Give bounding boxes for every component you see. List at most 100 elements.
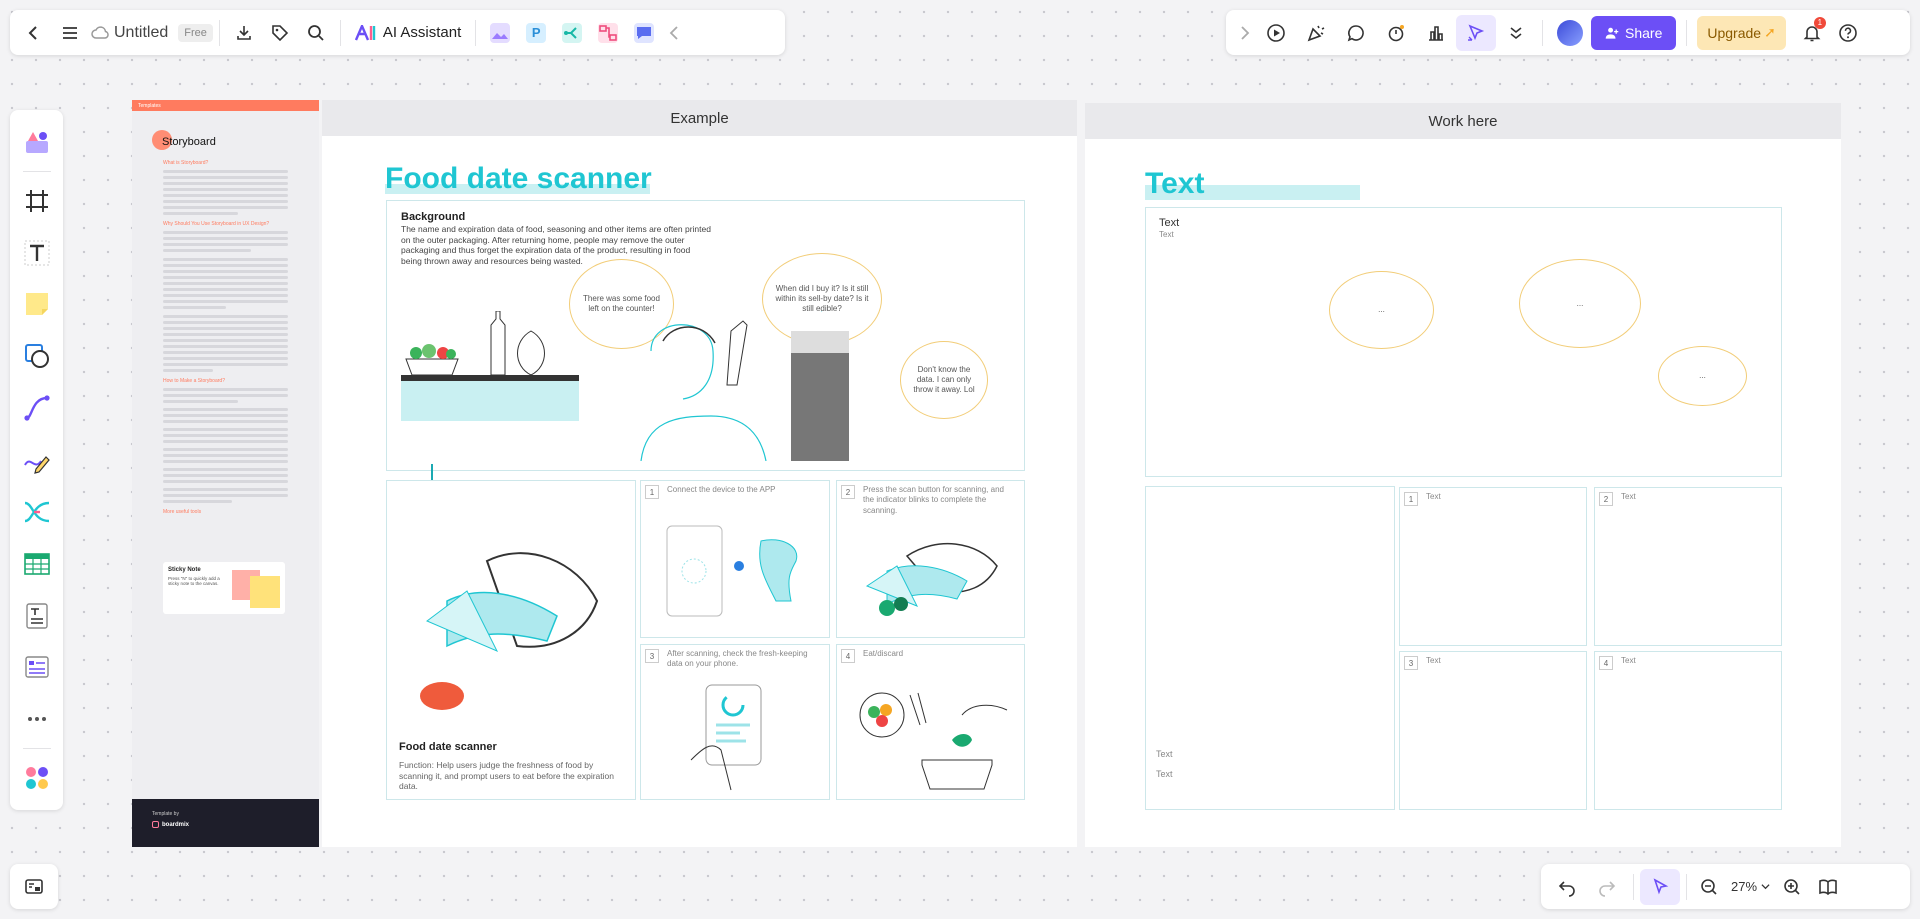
select-cursor-icon[interactable]: [1640, 868, 1680, 905]
step-text: Press the scan button for scanning, and …: [863, 485, 1004, 515]
more-tools-icon[interactable]: [15, 697, 59, 741]
speech-bubble[interactable]: ...: [1519, 259, 1641, 348]
work-left-text[interactable]: Text: [1156, 749, 1173, 759]
text-lines: [163, 170, 288, 215]
speech-bubble[interactable]: ...: [1658, 346, 1747, 406]
plan-badge[interactable]: Free: [178, 23, 213, 42]
kanban-tool-icon[interactable]: [15, 645, 59, 689]
follow-cursor-icon[interactable]: [1456, 14, 1496, 51]
zoom-out-icon[interactable]: [1693, 869, 1725, 905]
step-number: 2: [841, 485, 855, 499]
separator: [339, 19, 341, 46]
step-text[interactable]: Text: [1621, 492, 1773, 502]
left-tool-sidebar: [10, 110, 63, 810]
image-generator-icon[interactable]: [482, 15, 518, 51]
eat-discard-illustration: [859, 692, 1008, 790]
step-text[interactable]: Text: [1621, 656, 1773, 666]
product-box[interactable]: Food date scanner Function: Help users j…: [386, 480, 636, 800]
share-button[interactable]: Share: [1591, 15, 1677, 50]
work-step-panel[interactable]: 1 Text: [1399, 487, 1587, 646]
ai-assistant-button[interactable]: AI Assistant: [347, 15, 469, 51]
step-panel[interactable]: 3 After scanning, check the fresh-keepin…: [640, 644, 830, 800]
more-tools-chevron-icon[interactable]: [1496, 15, 1536, 51]
sticky-card-title: Sticky Note: [168, 567, 201, 573]
sticky-note-tool-icon[interactable]: [15, 283, 59, 327]
speech-bubble[interactable]: ...: [1329, 271, 1434, 349]
expand-right-icon[interactable]: [1232, 15, 1256, 51]
timer-icon[interactable]: [1376, 15, 1416, 51]
table-tool-icon[interactable]: [15, 542, 59, 586]
back-icon[interactable]: [16, 15, 52, 51]
step-number: 2: [1599, 492, 1613, 506]
mindmap-app-icon[interactable]: [554, 15, 590, 51]
undo-icon[interactable]: [1547, 869, 1587, 905]
celebrate-icon[interactable]: [1296, 15, 1336, 51]
work-product-box[interactable]: Text Text: [1145, 486, 1395, 810]
work-scene-box[interactable]: Text Text ... ... ...: [1145, 207, 1782, 477]
minimap-icon[interactable]: [16, 869, 52, 905]
separator: [475, 19, 477, 46]
templates-tool-icon[interactable]: [15, 120, 59, 164]
step-text[interactable]: Text: [1426, 492, 1578, 502]
example-title-text: Food date scanner: [385, 162, 652, 195]
download-icon[interactable]: [226, 15, 262, 51]
text-tool-icon[interactable]: [15, 231, 59, 275]
separator: [1542, 19, 1543, 46]
work-box-subtitle[interactable]: Text: [1159, 230, 1174, 239]
work-step-panel[interactable]: 2 Text: [1594, 487, 1782, 646]
tag-icon[interactable]: [262, 15, 298, 51]
section-heading: How to Make a Storyboard?: [163, 378, 225, 384]
frame-tool-icon[interactable]: [15, 179, 59, 223]
document-tool-icon[interactable]: [15, 594, 59, 638]
notification-count-badge: 1: [1813, 16, 1826, 29]
step-panel[interactable]: 2 Press the scan button for scanning, an…: [836, 480, 1025, 638]
connector-tool-icon[interactable]: [15, 386, 59, 430]
template-info-panel[interactable]: Templates Storyboard What is Storyboard?…: [132, 100, 319, 847]
phone-bluetooth-illustration: [666, 525, 798, 617]
kitchen-scene-illustration: [401, 311, 849, 461]
play-icon[interactable]: [1256, 15, 1296, 51]
work-title-text[interactable]: Text: [1145, 167, 1204, 200]
presentation-app-icon[interactable]: P: [518, 15, 554, 51]
template-footer: Template by boardmix: [132, 799, 319, 847]
cloud-sync-icon: [88, 15, 114, 51]
apps-tool-icon[interactable]: [15, 756, 59, 800]
chat-app-icon[interactable]: [626, 15, 662, 51]
separator: [1686, 873, 1687, 900]
work-here-frame[interactable]: Work here Text Text Text ... ... ... Tex…: [1085, 103, 1841, 847]
document-title[interactable]: Untitled: [114, 24, 168, 42]
zoom-level: 27%: [1731, 879, 1758, 894]
work-step-panel[interactable]: 3 Text: [1399, 651, 1587, 810]
background-scene-box[interactable]: Background The name and expiration data …: [386, 200, 1025, 471]
mindmap-tool-icon[interactable]: [15, 490, 59, 534]
comment-icon[interactable]: [1336, 15, 1376, 51]
work-left-text[interactable]: Text: [1156, 769, 1173, 779]
ai-assistant-label: AI Assistant: [382, 24, 462, 41]
upgrade-button[interactable]: Upgrade ➚: [1697, 15, 1786, 50]
step-panel[interactable]: 1 Connect the device to the APP: [640, 480, 830, 638]
flowchart-app-icon[interactable]: [590, 15, 626, 51]
notification-bell-icon[interactable]: 1: [1794, 15, 1830, 51]
user-avatar[interactable]: [1557, 19, 1583, 46]
help-icon[interactable]: [1830, 15, 1866, 51]
chevron-down-icon: [1761, 884, 1770, 890]
step-text[interactable]: Text: [1426, 656, 1578, 666]
sticky-note-card[interactable]: Sticky Note Press "N" to quickly add a s…: [163, 562, 285, 614]
shape-tool-icon[interactable]: [15, 334, 59, 378]
step-panel[interactable]: 4 Eat/discard: [836, 644, 1025, 800]
zoom-in-icon[interactable]: [1776, 869, 1808, 905]
vote-icon[interactable]: [1416, 15, 1456, 51]
zoom-level-dropdown[interactable]: 27%: [1725, 879, 1776, 894]
redo-icon[interactable]: [1587, 869, 1627, 905]
search-icon[interactable]: [298, 15, 334, 51]
work-step-panel[interactable]: 4 Text: [1594, 651, 1782, 810]
section-heading: More useful tools: [163, 509, 202, 515]
boardmix-brand-text: boardmix: [162, 821, 190, 828]
pen-tool-icon[interactable]: [15, 438, 59, 482]
collapse-left-icon[interactable]: [662, 15, 688, 51]
work-box-title[interactable]: Text: [1159, 217, 1179, 229]
example-frame[interactable]: Example Food date scanner Background The…: [322, 100, 1077, 847]
book-guide-icon[interactable]: [1808, 869, 1848, 905]
step-number: 1: [1404, 492, 1418, 506]
menu-icon[interactable]: [52, 15, 88, 51]
